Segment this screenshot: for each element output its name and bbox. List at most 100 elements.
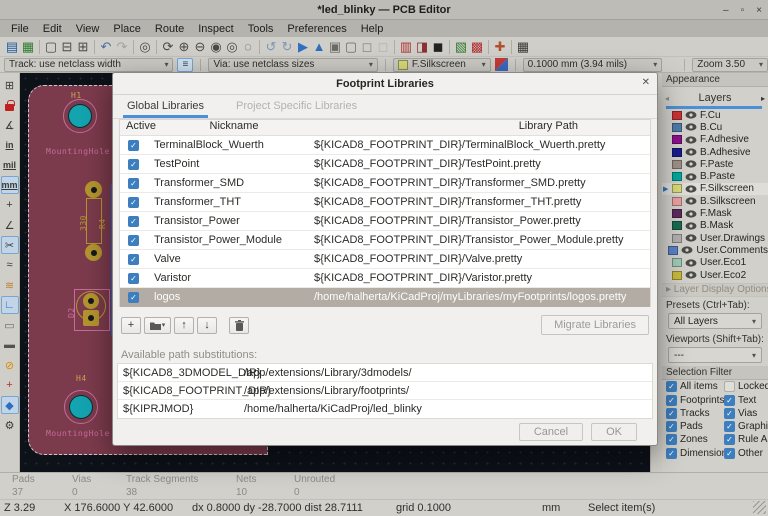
filter-checkbox[interactable]: ✓ <box>724 434 735 445</box>
layer-row-b-adhesive[interactable]: B.Adhesive <box>662 146 768 158</box>
active-checkbox[interactable]: ✓ <box>128 216 139 227</box>
visibility-eye-icon[interactable] <box>685 185 697 193</box>
layer-color-swatch[interactable] <box>672 258 682 267</box>
layer-row-b-paste[interactable]: B.Paste <box>662 170 768 182</box>
filter-footprints[interactable]: ✓Footprints <box>666 393 724 406</box>
layer-row-b-cu[interactable]: B.Cu <box>662 121 768 133</box>
track-width-dropdown[interactable]: Track: use netclass width ▾ <box>4 58 173 72</box>
pad-display-icon[interactable]: ⊘ <box>1 355 19 375</box>
polar-coords-icon[interactable]: ∠ <box>1 215 19 235</box>
filter-rule-areas[interactable]: ✓Rule Areas <box>724 433 768 446</box>
edit-predefined-sizes-icon[interactable]: ≡ <box>177 58 193 72</box>
filter-checkbox[interactable]: ✓ <box>666 434 677 445</box>
zoom-out-icon[interactable]: ⊖ <box>192 39 208 55</box>
menu-route[interactable]: Route <box>148 23 191 35</box>
visibility-eye-icon[interactable] <box>685 222 697 230</box>
scripting-console-icon[interactable]: ▦ <box>515 39 531 55</box>
via-size-dropdown[interactable]: Via: use netclass sizes ▾ <box>208 58 377 72</box>
lock-icon[interactable]: ◻ <box>359 39 375 55</box>
group-icon[interactable]: ▣ <box>327 39 343 55</box>
led-pad-2[interactable] <box>83 310 99 326</box>
refresh-icon[interactable]: ⟳ <box>160 39 176 55</box>
menu-tools[interactable]: Tools <box>241 23 281 35</box>
active-checkbox[interactable]: ✓ <box>128 197 139 208</box>
visibility-eye-icon[interactable] <box>685 259 697 267</box>
presets-dropdown[interactable]: All Layers ▾ <box>668 313 762 329</box>
zoom-fit-icon[interactable]: ◉ <box>208 39 224 55</box>
mounting-hole-h1[interactable] <box>68 104 92 128</box>
filter-other[interactable]: ✓Other <box>724 447 768 460</box>
drc-icon[interactable]: ▥ <box>398 39 414 55</box>
filter-checkbox[interactable]: ✓ <box>724 421 735 432</box>
active-checkbox[interactable]: ✓ <box>128 254 139 265</box>
grid-size-dropdown[interactable]: 0.1000 mm (3.94 mils) ▾ <box>523 58 663 72</box>
layer-color-swatch[interactable] <box>672 197 682 206</box>
active-checkbox[interactable]: ✓ <box>128 273 139 284</box>
maximize-button[interactable]: ▫ <box>741 5 745 16</box>
layer-color-swatch[interactable] <box>672 221 682 230</box>
filter-checkbox[interactable]: ✓ <box>666 381 677 392</box>
tab-global-libraries[interactable]: Global Libraries <box>123 100 208 118</box>
migrate-libraries-button[interactable]: Migrate Libraries <box>541 315 649 335</box>
filter-graphics[interactable]: ✓Graphics <box>724 420 768 433</box>
filter-text[interactable]: ✓Text <box>724 393 768 406</box>
library-row[interactable]: ✓Valve${KICAD8_FOOTPRINT_DIR}/Valve.pret… <box>120 250 650 269</box>
resistor-pad-2[interactable] <box>85 244 102 261</box>
layer-row-user-drawings[interactable]: User.Drawings <box>662 232 768 244</box>
filter-dimensions[interactable]: ✓Dimensions <box>666 447 724 460</box>
minimize-button[interactable]: – <box>723 5 729 16</box>
layer-color-swatch[interactable] <box>672 160 682 169</box>
visibility-eye-icon[interactable] <box>685 234 697 242</box>
3d-viewer-icon[interactable]: ◼ <box>430 39 446 55</box>
via-display-icon[interactable]: + <box>1 375 19 395</box>
browse-library-button[interactable]: ▾ <box>144 317 171 334</box>
layer-color-swatch[interactable] <box>672 148 682 157</box>
delete-library-button[interactable] <box>229 317 249 334</box>
layer-row-f-paste[interactable]: F.Paste <box>662 158 768 170</box>
led-pad-1[interactable] <box>83 293 99 309</box>
layer-color-swatch[interactable] <box>672 123 682 132</box>
filter-checkbox[interactable]: ✓ <box>724 395 735 406</box>
print-icon[interactable]: ⊟ <box>59 39 75 55</box>
layer-row-b-silkscreen[interactable]: B.Silkscreen <box>662 195 768 207</box>
cancel-button[interactable]: Cancel <box>519 423 583 441</box>
filter-checkbox[interactable]: ✓ <box>666 395 677 406</box>
layer-row-user-comments[interactable]: User.Comments <box>662 244 768 256</box>
filter-checkbox[interactable]: ✓ <box>724 448 735 459</box>
visibility-eye-icon[interactable] <box>685 197 697 205</box>
visibility-eye-icon[interactable] <box>685 173 697 181</box>
dialog-close-icon[interactable]: ✕ <box>642 77 650 88</box>
zoom-selection-icon[interactable]: ◎ <box>224 39 240 55</box>
layer-row-f-silkscreen[interactable]: ▶F.Silkscreen <box>662 183 768 195</box>
mounting-hole-h4[interactable] <box>69 395 93 419</box>
zoom-dropdown[interactable]: Zoom 3.50 ▾ <box>692 58 768 72</box>
layer-color-swatch[interactable] <box>672 184 682 193</box>
rotate-cw-icon[interactable]: ↻ <box>279 39 295 55</box>
page-settings-icon[interactable]: ▢ <box>43 39 59 55</box>
layer-color-swatch[interactable] <box>672 135 682 144</box>
tab-scroll-left-icon[interactable]: ◂ <box>662 94 672 103</box>
visibility-eye-icon[interactable] <box>685 210 697 218</box>
resistor-pad-1[interactable] <box>85 181 102 198</box>
tab-layers[interactable]: Layers <box>672 92 758 104</box>
active-checkbox[interactable]: ✓ <box>128 292 139 303</box>
track-display-icon[interactable]: ◆ <box>1 396 19 414</box>
save-icon[interactable]: ▤ <box>4 39 20 55</box>
ratio-icon[interactable]: ∡ <box>1 115 19 135</box>
ok-button[interactable]: OK <box>591 423 637 441</box>
zone-display-icon[interactable]: ∟ <box>1 296 19 314</box>
cross-probe-icon[interactable]: ✚ <box>492 39 508 55</box>
visibility-eye-icon[interactable] <box>685 148 697 156</box>
undo-icon[interactable]: ↶ <box>98 39 114 55</box>
visibility-eye-icon[interactable] <box>685 160 697 168</box>
active-checkbox[interactable]: ✓ <box>128 178 139 189</box>
unlock-icon[interactable]: ◻ <box>375 39 391 55</box>
footprint-checker-icon[interactable]: ◨ <box>414 39 430 55</box>
layer-color-swatch[interactable] <box>672 111 682 120</box>
layer-color-swatch[interactable] <box>672 234 682 243</box>
update-footprints-icon[interactable]: ▩ <box>469 39 485 55</box>
properties-tools-icon[interactable]: ⚙ <box>1 415 19 435</box>
close-button[interactable]: × <box>756 5 762 16</box>
filter-checkbox[interactable]: ✓ <box>724 408 735 419</box>
board-setup-icon[interactable]: ▦ <box>20 39 36 55</box>
